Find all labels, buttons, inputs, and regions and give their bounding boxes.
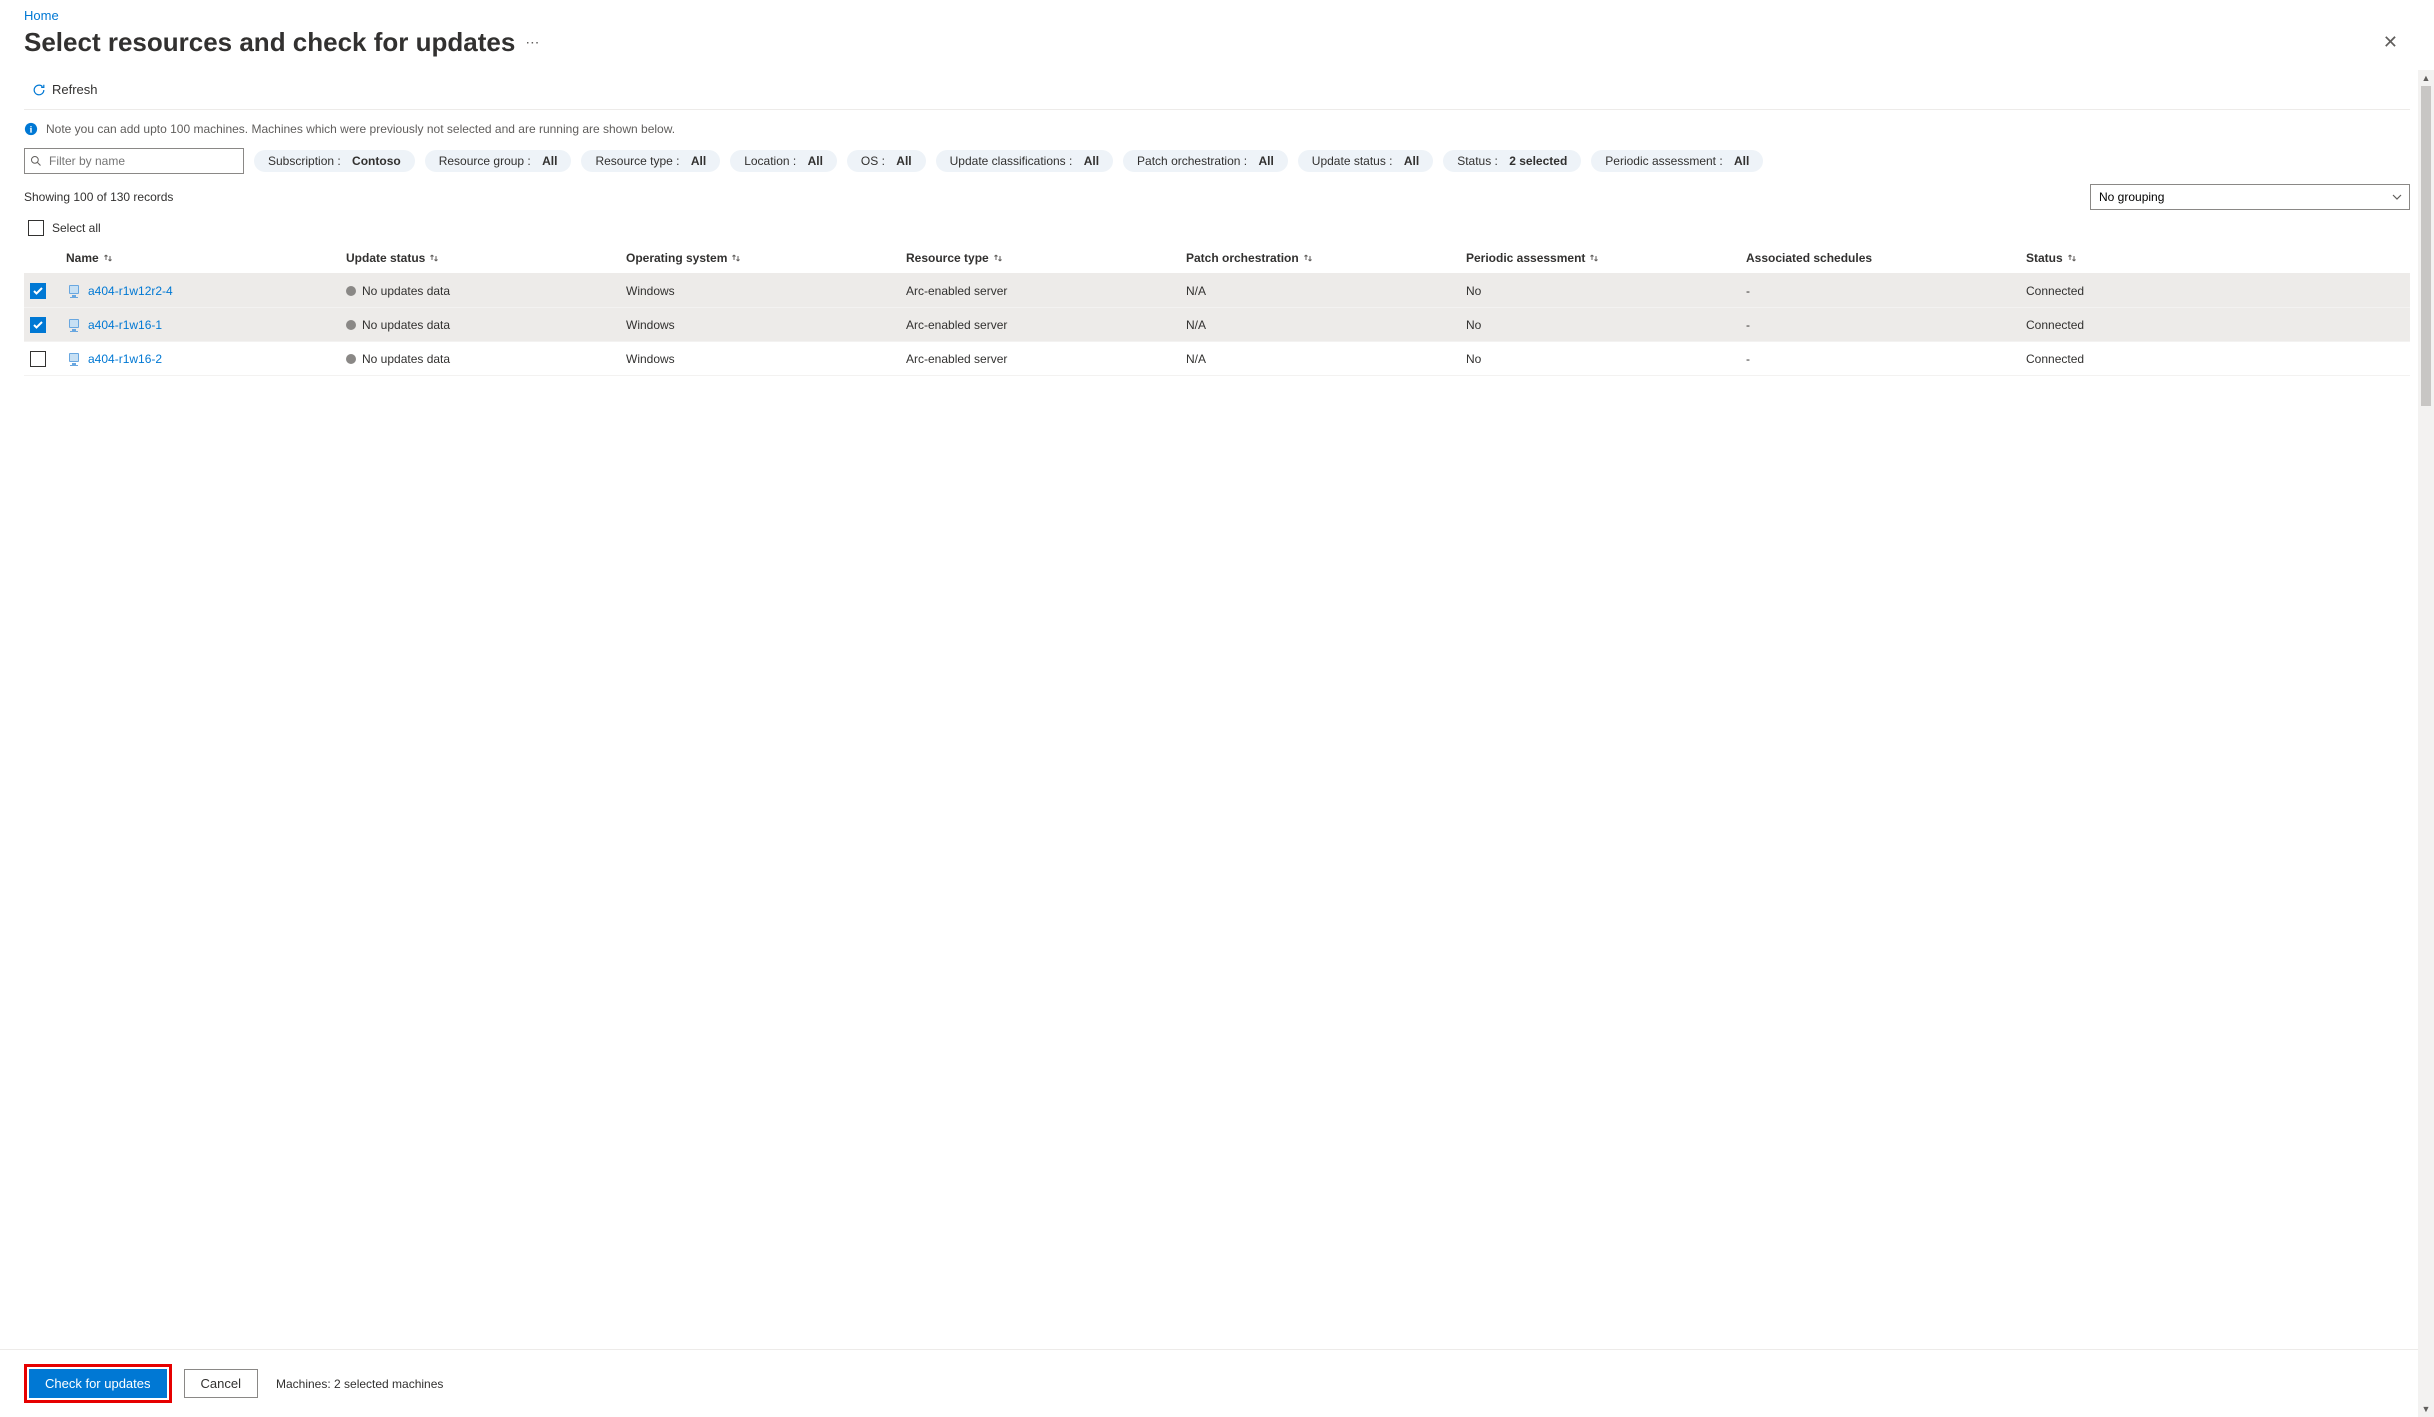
more-actions-icon[interactable]: ⋯: [525, 34, 539, 51]
update-status-text: No updates data: [362, 318, 450, 332]
periodic-cell: No: [1460, 346, 1740, 372]
sort-icon: [731, 253, 741, 263]
status-dot-icon: [346, 286, 356, 296]
records-count: Showing 100 of 130 records: [24, 190, 173, 204]
filter-resource-type[interactable]: Resource type : All: [581, 150, 720, 172]
schedules-cell: -: [1740, 346, 2020, 372]
close-button[interactable]: ✕: [2379, 28, 2402, 57]
resource-type-cell: Arc-enabled server: [900, 312, 1180, 338]
title-bar: Select resources and check for updates ⋯…: [0, 23, 2434, 70]
grouping-select[interactable]: No grouping: [2090, 184, 2410, 210]
os-cell: Windows: [620, 278, 900, 304]
row-checkbox[interactable]: [30, 351, 46, 367]
sort-icon: [1303, 253, 1313, 263]
filter-update-status[interactable]: Update status : All: [1298, 150, 1433, 172]
col-status[interactable]: Status: [2020, 243, 2180, 273]
patch-cell: N/A: [1180, 346, 1460, 372]
breadcrumb-home[interactable]: Home: [24, 8, 59, 23]
scroll-thumb[interactable]: [2421, 86, 2431, 406]
refresh-button[interactable]: Refresh: [24, 78, 106, 101]
row-checkbox[interactable]: [30, 317, 46, 333]
footer: Check for updates Cancel Machines: 2 sel…: [0, 1349, 2434, 1417]
status-cell: Connected: [2020, 278, 2180, 304]
select-all-checkbox[interactable]: [28, 220, 44, 236]
os-cell: Windows: [620, 346, 900, 372]
scrollbar[interactable]: ▲ ▼: [2418, 70, 2434, 1417]
periodic-cell: No: [1460, 312, 1740, 338]
update-status-text: No updates data: [362, 284, 450, 298]
footer-status: Machines: 2 selected machines: [276, 1377, 443, 1391]
patch-cell: N/A: [1180, 312, 1460, 338]
filter-name-input[interactable]: [24, 148, 244, 174]
col-update-status[interactable]: Update status: [340, 243, 620, 273]
filter-update-classifications[interactable]: Update classifications : All: [936, 150, 1113, 172]
filter-location[interactable]: Location : All: [730, 150, 837, 172]
status-cell: Connected: [2020, 312, 2180, 338]
filter-bar: Subscription : Contoso Resource group : …: [24, 148, 2410, 174]
sort-icon: [103, 253, 113, 263]
filter-status[interactable]: Status : 2 selected: [1443, 150, 1581, 172]
highlight-annotation: Check for updates: [24, 1364, 172, 1403]
resource-name-link[interactable]: a404-r1w16-2: [88, 352, 162, 366]
col-os[interactable]: Operating system: [620, 243, 900, 273]
check-for-updates-button[interactable]: Check for updates: [29, 1369, 167, 1398]
info-text: Note you can add upto 100 machines. Mach…: [46, 122, 675, 136]
command-bar: Refresh: [24, 70, 2410, 110]
info-icon: i: [24, 122, 38, 136]
os-cell: Windows: [620, 312, 900, 338]
status-cell: Connected: [2020, 346, 2180, 372]
col-name[interactable]: Name: [60, 243, 340, 273]
col-schedules[interactable]: Associated schedules: [1740, 243, 2020, 273]
page-title: Select resources and check for updates: [24, 27, 515, 58]
info-note: i Note you can add upto 100 machines. Ma…: [24, 118, 2410, 148]
resource-name-link[interactable]: a404-r1w16-1: [88, 318, 162, 332]
server-icon: [66, 351, 82, 367]
col-periodic[interactable]: Periodic assessment: [1460, 243, 1740, 273]
sort-icon: [2067, 253, 2077, 263]
col-patch[interactable]: Patch orchestration: [1180, 243, 1460, 273]
sort-icon: [993, 253, 1003, 263]
schedules-cell: -: [1740, 312, 2020, 338]
update-status-text: No updates data: [362, 352, 450, 366]
select-all-label: Select all: [52, 221, 101, 235]
table-header: Name Update status Operating system Reso…: [24, 242, 2410, 274]
resource-type-cell: Arc-enabled server: [900, 278, 1180, 304]
sort-icon: [429, 253, 439, 263]
filter-resource-group[interactable]: Resource group : All: [425, 150, 572, 172]
resource-type-cell: Arc-enabled server: [900, 346, 1180, 372]
sort-icon: [1589, 253, 1599, 263]
table-row[interactable]: a404-r1w16-2 No updates data Windows Arc…: [24, 342, 2410, 376]
filter-periodic-assessment[interactable]: Periodic assessment : All: [1591, 150, 1763, 172]
resources-table: Name Update status Operating system Reso…: [24, 242, 2410, 376]
cancel-button[interactable]: Cancel: [184, 1369, 258, 1398]
row-checkbox[interactable]: [30, 283, 46, 299]
scroll-down-icon[interactable]: ▼: [2418, 1401, 2434, 1417]
server-icon: [66, 283, 82, 299]
patch-cell: N/A: [1180, 278, 1460, 304]
svg-text:i: i: [30, 125, 33, 136]
status-dot-icon: [346, 320, 356, 330]
breadcrumb: Home: [0, 0, 2434, 23]
col-resource-type[interactable]: Resource type: [900, 243, 1180, 273]
server-icon: [66, 317, 82, 333]
table-row[interactable]: a404-r1w16-1 No updates data Windows Arc…: [24, 308, 2410, 342]
status-dot-icon: [346, 354, 356, 364]
refresh-icon: [32, 83, 46, 97]
schedules-cell: -: [1740, 278, 2020, 304]
filter-subscription[interactable]: Subscription : Contoso: [254, 150, 415, 172]
filter-patch-orchestration[interactable]: Patch orchestration : All: [1123, 150, 1288, 172]
resource-name-link[interactable]: a404-r1w12r2-4: [88, 284, 173, 298]
search-icon: [30, 155, 42, 167]
table-row[interactable]: a404-r1w12r2-4 No updates data Windows A…: [24, 274, 2410, 308]
periodic-cell: No: [1460, 278, 1740, 304]
refresh-label: Refresh: [52, 82, 98, 97]
scroll-up-icon[interactable]: ▲: [2418, 70, 2434, 86]
filter-os[interactable]: OS : All: [847, 150, 926, 172]
